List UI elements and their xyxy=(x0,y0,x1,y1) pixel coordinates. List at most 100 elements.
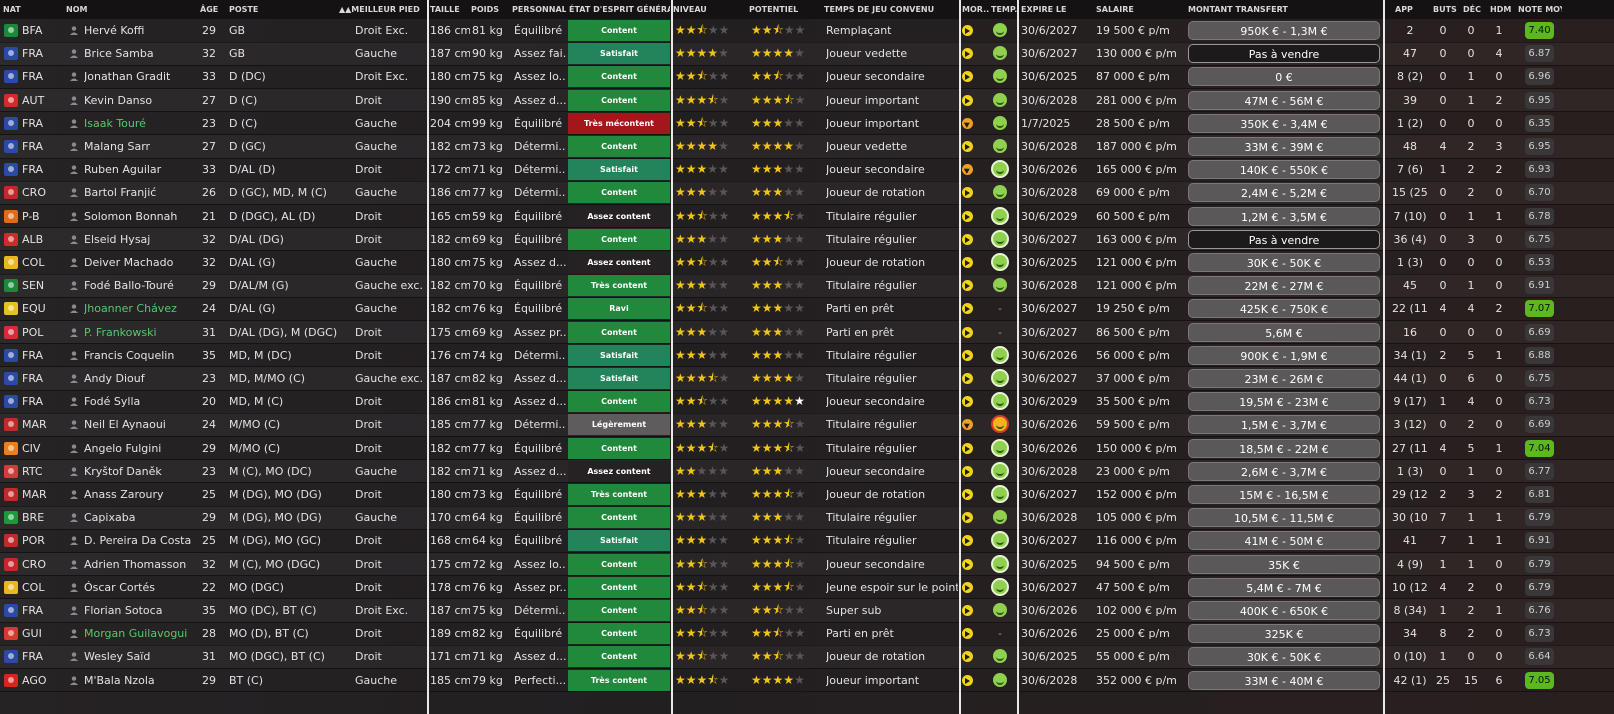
header-expire[interactable]: EXPIRE LE xyxy=(1021,0,1091,19)
table-row[interactable]: COL Óscar Cortés 22 MO (DGC) Droit 178 cm 76 k… xyxy=(0,576,1614,600)
player-name[interactable]: Kevin Danso xyxy=(84,89,198,112)
player-name[interactable]: Ruben Aguilar xyxy=(84,158,198,181)
header-taille[interactable]: TAILLE xyxy=(430,0,468,19)
table-row[interactable]: RTC Kryštof Daněk 23 M (C), MO (DC) Gauche 18… xyxy=(0,460,1614,484)
table-row[interactable]: P-B Solomon Bonnah 21 D (DGC), AL (D) Droit 1… xyxy=(0,205,1614,229)
player-name[interactable]: Fodé Sylla xyxy=(84,390,198,413)
transfer-value[interactable]: 30K € - 50K € xyxy=(1188,647,1380,667)
transfer-value[interactable]: 47M € - 56M € xyxy=(1188,90,1380,110)
transfer-value[interactable]: 10,5M € - 11,5M € xyxy=(1188,508,1380,528)
player-name[interactable]: Adrien Thomasson xyxy=(84,553,198,576)
player-name[interactable]: Jonathan Gradit xyxy=(84,65,198,88)
header-pied[interactable]: ▲▲MEILLEUR PIED xyxy=(339,0,425,19)
player-name[interactable]: Hervé Koffi xyxy=(84,19,198,42)
table-row[interactable]: ALB Elseid Hysaj 32 D/AL (DG) Droit 182 cm 69 … xyxy=(0,228,1614,252)
table-row[interactable]: CRO Adrien Thomasson 32 M (C), MO (DGC) Droi… xyxy=(0,553,1614,577)
header-poids[interactable]: POIDS xyxy=(471,0,509,19)
player-name[interactable]: Jhoanner Chávez xyxy=(84,297,198,320)
player-name[interactable]: Andy Diouf xyxy=(84,367,198,390)
player-name[interactable]: Florian Sotoca xyxy=(84,599,198,622)
player-name[interactable]: D. Pereira Da Costa xyxy=(84,529,198,552)
header-poste[interactable]: POSTE xyxy=(229,0,289,19)
transfer-value[interactable]: 5,4M € - 7M € xyxy=(1188,577,1380,597)
table-row[interactable]: CIV Angelo Fulgini 29 M/MO (C) Droit 182 cm 77… xyxy=(0,437,1614,461)
player-name[interactable]: M'Bala Nzola xyxy=(84,669,198,692)
table-row[interactable]: BFA Hervé Koffi 29 GB Droit Exc. 186 cm 81 kg É… xyxy=(0,19,1614,43)
header-potentiel[interactable]: POTENTIEL xyxy=(749,0,819,19)
header-transfert[interactable]: MONTANT TRANSFERT xyxy=(1188,0,1348,19)
transfer-value[interactable]: 425K € - 750K € xyxy=(1188,299,1380,319)
header-niveau[interactable]: NIVEAU xyxy=(673,0,743,19)
player-name[interactable]: Kryštof Daněk xyxy=(84,460,198,483)
table-row[interactable]: COL Deiver Machado 32 D/AL (G) Gauche 180 cm 7… xyxy=(0,251,1614,275)
player-name[interactable]: Fodé Ballo-Touré xyxy=(84,274,198,297)
table-row[interactable]: BRE Capixaba 29 M (DG), MO (DG) Gauche 170 cm… xyxy=(0,506,1614,530)
transfer-value[interactable]: 35K € xyxy=(1188,554,1380,574)
transfer-value[interactable]: 30K € - 50K € xyxy=(1188,253,1380,272)
player-name[interactable]: P. Frankowski xyxy=(84,321,198,344)
header-hdm[interactable]: HDM xyxy=(1490,0,1514,19)
table-row[interactable]: FRA Isaak Touré 23 D (C) Gauche 204 cm 99 kg Éq… xyxy=(0,112,1614,136)
transfer-value[interactable]: Pas à vendre xyxy=(1188,229,1380,249)
table-row[interactable]: FRA Francis Coquelin 35 MD, M (DC) Droit 176 … xyxy=(0,344,1614,368)
table-row[interactable]: FRA Andy Diouf 23 MD, M/MO (C) Gauche exc. 18… xyxy=(0,367,1614,391)
transfer-value[interactable]: 1,5M € - 3,7M € xyxy=(1188,415,1380,435)
player-name[interactable]: Neil El Aynaoui xyxy=(84,413,198,436)
transfer-value[interactable]: 15M € - 16,5M € xyxy=(1188,485,1380,504)
transfer-value[interactable]: 2,4M € - 5,2M € xyxy=(1188,183,1380,203)
table-row[interactable]: MAR Anass Zaroury 25 M (DG), MO (DG) Droit 18… xyxy=(0,483,1614,507)
header-app[interactable]: APP xyxy=(1395,0,1419,19)
header-nom[interactable]: NOM xyxy=(66,0,126,19)
table-row[interactable]: FRA Ruben Aguilar 33 D/AL (D) Droit 172 cm 71 … xyxy=(0,158,1614,182)
table-row[interactable]: CRO Bartol Franjić 26 D (GC), MD, M (C) Gauc… xyxy=(0,181,1614,205)
transfer-value[interactable]: 33M € - 39M € xyxy=(1188,137,1380,156)
table-row[interactable]: FRA Wesley Saïd 31 MO (DGC), BT (C) Droit 171… xyxy=(0,645,1614,669)
transfer-value[interactable]: 400K € - 650K € xyxy=(1188,601,1380,620)
player-name[interactable]: Deiver Machado xyxy=(84,251,198,274)
transfer-value[interactable]: 950K € - 1,3M € xyxy=(1188,21,1380,40)
player-name[interactable]: Solomon Bonnah xyxy=(84,205,198,228)
transfer-value[interactable]: 140K € - 550K € xyxy=(1188,160,1380,180)
transfer-value[interactable]: 5,6M € xyxy=(1188,322,1380,342)
player-name[interactable]: Malang Sarr xyxy=(84,135,198,158)
player-name[interactable]: Óscar Cortés xyxy=(84,576,198,599)
table-row[interactable]: SEN Fodé Ballo-Touré 29 D/AL/M (G) Gauche ex… xyxy=(0,274,1614,298)
player-name[interactable]: Elseid Hysaj xyxy=(84,228,198,251)
player-name[interactable]: Bartol Franjić xyxy=(84,181,198,204)
header-temps-jeu[interactable]: TEMPS DE JEU CONVENU xyxy=(824,0,958,19)
transfer-value[interactable]: 325K € xyxy=(1188,624,1380,644)
table-row[interactable]: EQU Jhoanner Chávez 24 D/AL (G) Gauche 182 cm… xyxy=(0,297,1614,321)
transfer-value[interactable]: 41M € - 50M € xyxy=(1188,531,1380,551)
header-salaire[interactable]: SALAIRE xyxy=(1096,0,1176,19)
transfer-value[interactable]: 350K € - 3,4M € xyxy=(1188,113,1380,133)
table-row[interactable]: AUT Kevin Danso 27 D (C) Droit 190 cm 85 kg Ass… xyxy=(0,89,1614,113)
transfer-value[interactable]: 23M € - 26M € xyxy=(1188,369,1380,388)
header-personnalite[interactable]: PERSONNAL... xyxy=(512,0,566,19)
table-row[interactable]: MAR Neil El Aynaoui 24 M/MO (C) Droit 185 cm 7… xyxy=(0,413,1614,450)
player-name[interactable]: Capixaba xyxy=(84,506,198,529)
player-name[interactable]: Francis Coquelin xyxy=(84,344,198,367)
table-row[interactable]: GUI Morgan Guilavogui 28 MO (D), BT (C) Droi… xyxy=(0,622,1614,646)
transfer-value[interactable]: 1,2M € - 3,5M € xyxy=(1188,206,1380,226)
header-buts[interactable]: BUTS xyxy=(1433,0,1459,19)
player-name[interactable]: Angelo Fulgini xyxy=(84,437,198,460)
header-age[interactable]: ÂGE xyxy=(200,0,226,19)
transfer-value[interactable]: 2,6M € - 3,7M € xyxy=(1188,461,1380,481)
player-name[interactable]: Brice Samba xyxy=(84,42,198,65)
transfer-value[interactable]: 33M € - 40M € xyxy=(1188,670,1380,690)
table-row[interactable]: POL P. Frankowski 31 D/AL (DG), M (DGC) Droi… xyxy=(0,321,1614,345)
table-row[interactable]: FRA Florian Sotoca 35 MO (DC), BT (C) Droit … xyxy=(0,599,1614,623)
header-dec[interactable]: DÉC xyxy=(1463,0,1485,19)
table-row[interactable]: POR D. Pereira Da Costa 25 M (DG), MO (GC) D… xyxy=(0,529,1614,553)
table-row[interactable]: FRA Fodé Sylla 20 MD, M (C) Droit 186 cm 81 kg… xyxy=(0,390,1614,414)
table-row[interactable]: FRA Malang Sarr 27 D (GC) Gauche 182 cm 73 kg D… xyxy=(0,135,1614,159)
transfer-value[interactable]: 900K € - 1,9M € xyxy=(1188,345,1380,365)
header-moral[interactable]: MOR... xyxy=(962,0,989,19)
transfer-value[interactable]: 0 € xyxy=(1188,67,1380,87)
transfer-value[interactable]: 22M € - 27M € xyxy=(1188,276,1380,296)
header-note[interactable]: NOTE MOY xyxy=(1518,0,1562,19)
table-row[interactable]: FRA Jonathan Gradit 33 D (DC) Droit Exc. 180 … xyxy=(0,65,1614,89)
transfer-value[interactable]: 18,5M € - 22M € xyxy=(1188,438,1380,458)
transfer-value[interactable]: Pas à vendre xyxy=(1188,44,1380,64)
header-nat[interactable]: NAT xyxy=(3,0,33,19)
